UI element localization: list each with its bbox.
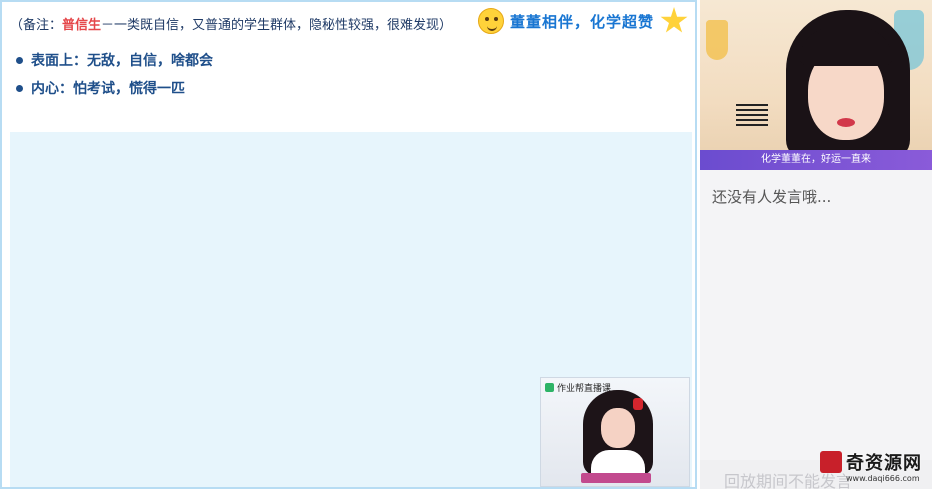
hair-bow (633, 398, 643, 410)
remark-note: （备注：普信生－一类既自信，又普通的学生群体，隐秘性较强，很难发现） (10, 14, 452, 33)
bullet-text: 内心：怕考试，慌得一匹 (31, 81, 185, 97)
lecture-slide: （备注：普信生－一类既自信，又普通的学生群体，隐秘性较强，很难发现） 董董相伴，… (0, 0, 697, 489)
watermark-url: www.daqi666.com (846, 474, 920, 483)
stripe-decoration (736, 104, 768, 126)
bullet-text: 表面上：无敌，自信，啥都会 (31, 53, 213, 69)
bullet-dot-icon (16, 56, 23, 64)
bullet-item: 内心：怕考试，慌得一匹 (16, 74, 213, 102)
teacher-camera[interactable]: 化学董董在，好运一直来 (700, 0, 932, 170)
teacher-figure (583, 390, 653, 482)
smiley-emoji-icon (478, 8, 504, 34)
bullet-dot-icon (16, 84, 23, 92)
remark-prefix: （备注： (10, 18, 63, 33)
remark-text: －一类既自信，又普通的学生群体，隐秘性较强，很难发现） (101, 18, 453, 33)
watermark: 奇资源网 (820, 449, 922, 475)
remark-highlight: 普信生 (62, 18, 102, 33)
app-logo-icon (545, 383, 554, 392)
teacher-lips (837, 118, 855, 127)
camera-banner: 化学董董在，好运一直来 (700, 150, 932, 170)
bullet-item: 表面上：无敌，自信，啥都会 (16, 46, 213, 74)
slogan-banner: 董董相伴，化学超赞 (478, 6, 688, 36)
teacher-face (601, 408, 635, 448)
chat-empty-message: 还没有人发言哦... (712, 188, 832, 206)
teacher-pip-video[interactable]: 作业帮直播课 (540, 377, 690, 487)
slogan-text: 董董相伴，化学超赞 (510, 12, 655, 31)
pip-caption-bar (581, 473, 651, 483)
teacher-fringe (800, 28, 892, 66)
flask-decoration (706, 20, 728, 60)
star-icon (660, 7, 688, 33)
watermark-logo-icon (820, 451, 842, 473)
watermark-text: 奇资源网 (846, 453, 922, 474)
chat-panel[interactable]: 还没有人发言哦... (700, 170, 932, 460)
bullet-list: 表面上：无敌，自信，啥都会 内心：怕考试，慌得一匹 (16, 46, 213, 102)
